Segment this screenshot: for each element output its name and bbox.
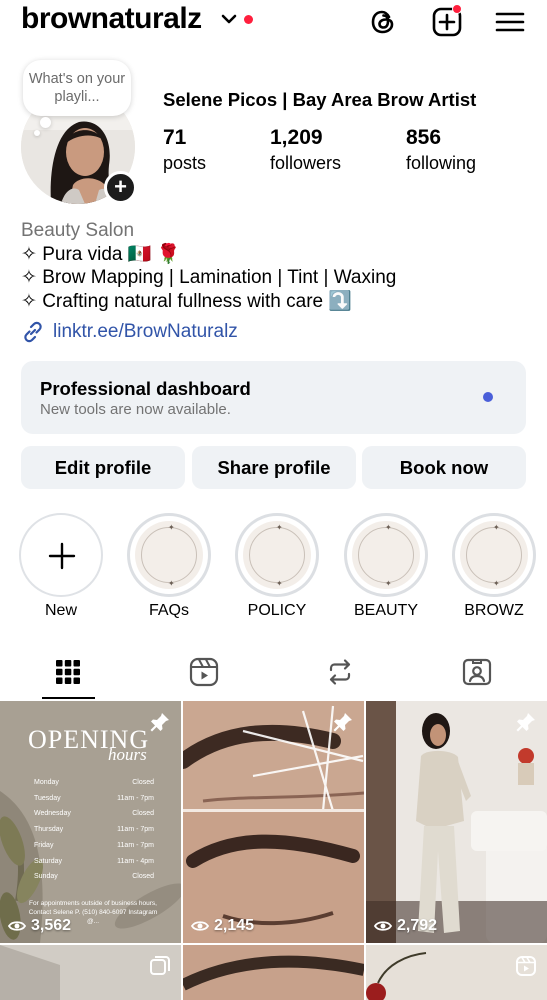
following-count[interactable]: 856 following <box>406 126 476 176</box>
view-count: 2,145 <box>191 917 254 935</box>
post-tile[interactable]: 2,792 <box>366 701 547 943</box>
note-bubble-tail-small <box>34 130 40 136</box>
bio-line: ✧ Pura vida 🇲🇽 🌹 <box>21 243 181 265</box>
brow-image <box>183 945 364 1000</box>
bio: Beauty Salon ✧ Pura vida 🇲🇽 🌹 ✧ Brow Map… <box>21 219 396 314</box>
followers-count[interactable]: 1,209 followers <box>270 126 341 176</box>
posts-count[interactable]: 71 posts <box>163 126 206 176</box>
dashboard-subtitle: New tools are now available. <box>40 401 231 418</box>
schedule-row: Wednesday Closed <box>34 810 154 818</box>
share-profile-button[interactable]: Share profile <box>192 446 356 489</box>
schedule-row: Saturday 11am - 4pm <box>34 857 154 865</box>
highlight-cover: ✦ ✦ <box>243 521 311 589</box>
highlight-cover: ✦ ✦ <box>135 521 203 589</box>
view-count-value: 3,562 <box>31 917 72 934</box>
tab-posts-grid[interactable] <box>41 652 95 692</box>
carousel-icon <box>150 956 170 975</box>
category-label: Beauty Salon <box>21 220 135 241</box>
schedule-row: Thursday 11am - 7pm <box>34 826 154 834</box>
highlight-label: BEAUTY <box>353 602 418 619</box>
view-count-value: 2,145 <box>214 917 255 934</box>
view-count: 3,562 <box>8 917 71 935</box>
reel-icon <box>516 956 536 976</box>
highlight-new[interactable]: New <box>19 513 103 619</box>
add-story-button[interactable]: + <box>104 171 137 204</box>
post-tile[interactable] <box>183 945 364 1000</box>
highlight-label: BROWZ <box>464 602 524 619</box>
stat-value: 1,209 <box>270 126 323 149</box>
tab-reposts[interactable] <box>313 652 367 692</box>
stat-value: 856 <box>406 126 442 149</box>
note-bubble[interactable]: What's on your playli... <box>23 60 131 116</box>
highlight-label: POLICY <box>247 602 307 619</box>
highlight-ring <box>19 513 103 597</box>
menu-icon[interactable] <box>495 6 525 38</box>
stat-value: 71 <box>163 126 187 149</box>
schedule-row: Sunday Closed <box>34 873 154 881</box>
highlight-browz[interactable]: ✦ ✦ BROWZ <box>452 513 536 619</box>
account-username[interactable]: brownaturalz <box>21 2 202 36</box>
highlight-policy[interactable]: ✦ ✦ POLICY <box>235 513 319 619</box>
schedule-row: Friday 11am - 7pm <box>34 841 154 849</box>
highlight-beauty[interactable]: ✦ ✦ BEAUTY <box>344 513 428 619</box>
chevron-down-icon[interactable] <box>221 13 237 25</box>
post-overlay-subtitle: hours <box>108 745 147 764</box>
highlight-faqs[interactable]: ✦ ✦ FAQs <box>127 513 211 619</box>
view-count-value: 2,792 <box>397 917 438 934</box>
post-tile[interactable] <box>0 945 181 1000</box>
highlight-ring: ✦ ✦ <box>452 513 536 597</box>
highlight-cover: ✦ ✦ <box>352 521 420 589</box>
eye-icon <box>191 921 209 931</box>
opening-hours-schedule: Monday Closed Tuesday 11am - 7pm Wednesday… <box>34 775 154 885</box>
bio-link-text[interactable]: linktr.ee/BrowNaturalz <box>53 321 238 343</box>
book-now-button[interactable]: Book now <box>362 446 526 489</box>
bio-line: ✧ Brow Mapping | Lamination | Tint | Wax… <box>21 267 397 289</box>
schedule-row: Monday Closed <box>34 779 154 786</box>
post-tile[interactable]: 2,145 <box>183 701 364 943</box>
note-bubble-tail <box>40 117 51 128</box>
stat-label: posts <box>163 153 207 173</box>
tab-reels[interactable] <box>177 652 231 692</box>
link-icon <box>24 321 42 343</box>
top-bar: brownaturalz <box>0 0 547 44</box>
highlight-label: New <box>44 602 77 619</box>
eye-icon <box>8 921 26 931</box>
reels-icon <box>189 657 219 687</box>
highlight-ring: ✦ ✦ <box>235 513 319 597</box>
grid-icon <box>56 660 80 684</box>
reposts-icon <box>329 659 351 685</box>
highlight-ring: ✦ ✦ <box>127 513 211 597</box>
display-name: Selene Picos | Bay Area Brow Artist <box>163 89 477 110</box>
highlight-cover: ✦ ✦ <box>460 521 528 589</box>
mirror-selfie-image <box>366 701 547 943</box>
tagged-icon <box>462 658 492 686</box>
dashboard-title: Professional dashboard <box>40 378 251 399</box>
pin-icon <box>333 713 352 732</box>
tab-tagged[interactable] <box>450 652 504 692</box>
new-post-badge <box>452 4 462 14</box>
dashboard-new-dot <box>483 392 493 402</box>
schedule-row: Tuesday 11am - 7pm <box>34 794 154 802</box>
active-tab-indicator <box>42 697 95 699</box>
plus-icon <box>48 542 76 570</box>
bio-line: ✧ Crafting natural fullness with care ⤵️ <box>21 291 353 313</box>
bio-link[interactable]: linktr.ee/BrowNaturalz <box>21 320 238 344</box>
brow-mapping-image <box>183 701 364 943</box>
post-tile[interactable] <box>366 945 547 1000</box>
post-tile[interactable]: OPENING hours Monday Closed Tuesday 11am -… <box>0 701 181 943</box>
highlight-ring: ✦ ✦ <box>344 513 428 597</box>
professional-dashboard[interactable]: Professional dashboard New tools are now… <box>21 361 526 434</box>
view-count: 2,792 <box>374 917 437 935</box>
eye-icon <box>374 921 392 931</box>
stat-label: followers <box>270 153 342 173</box>
edit-profile-button[interactable]: Edit profile <box>21 446 185 489</box>
stat-label: following <box>406 153 477 173</box>
notification-dot <box>244 15 253 24</box>
pin-icon <box>516 713 535 732</box>
threads-icon[interactable] <box>367 6 399 38</box>
pin-icon <box>150 713 169 732</box>
highlight-label: FAQs <box>148 602 189 619</box>
